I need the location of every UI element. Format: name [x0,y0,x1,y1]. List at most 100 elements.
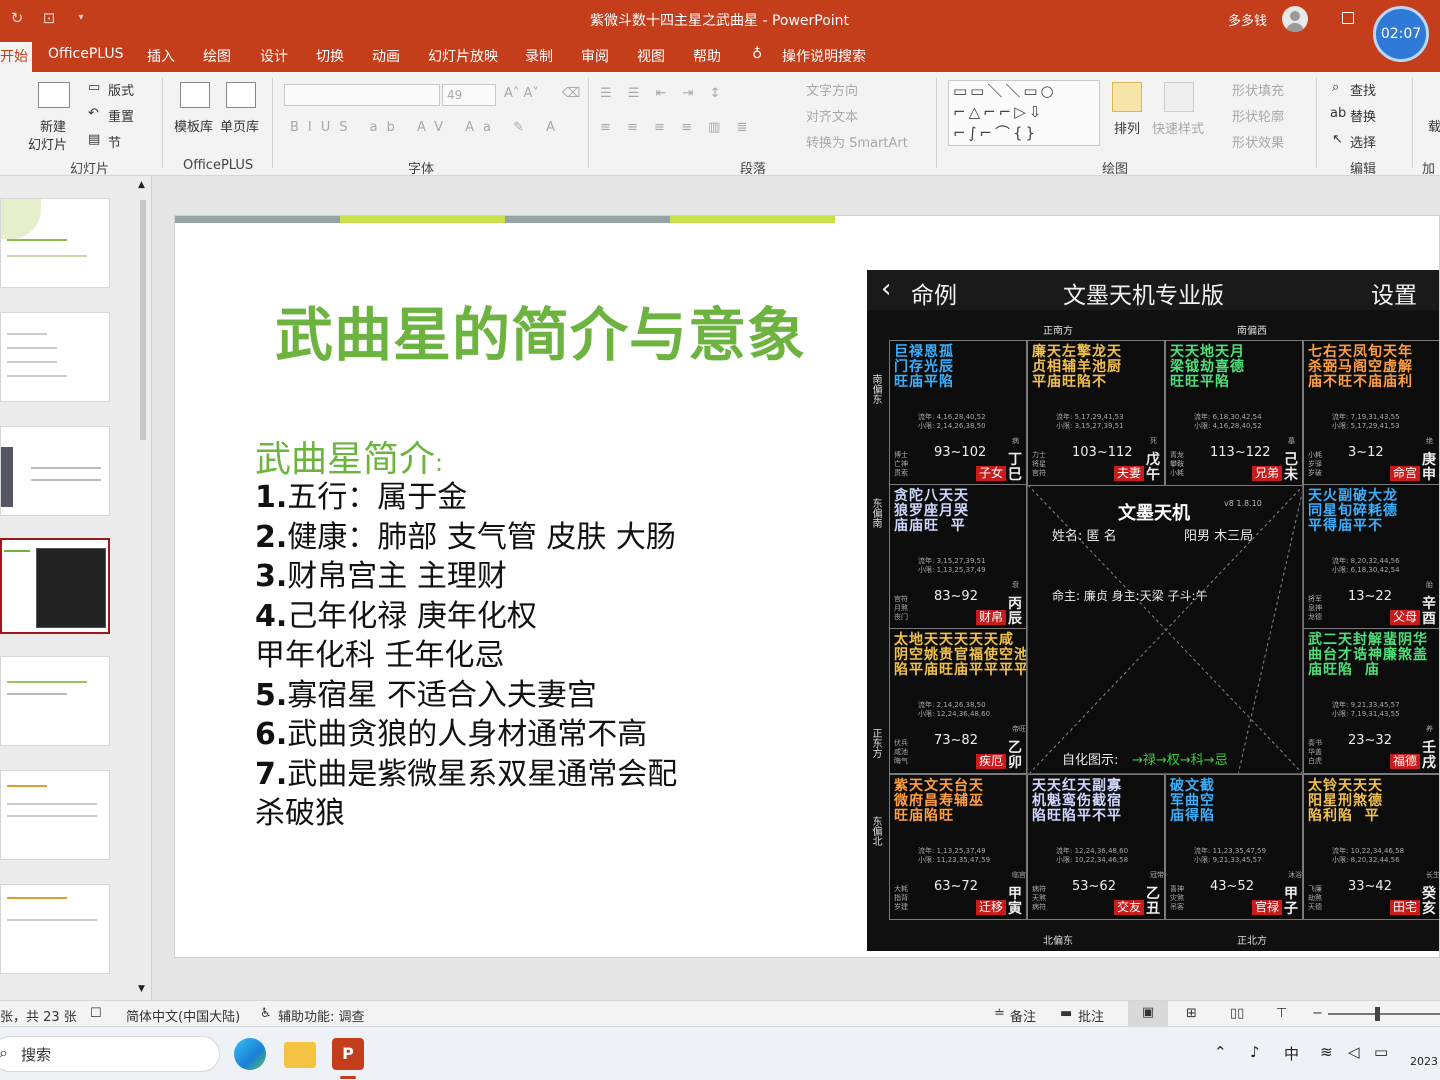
microphone-icon[interactable]: ♪ [1250,1043,1260,1061]
section-icon[interactable]: ▤ [88,132,100,147]
tab-transitions[interactable]: 切换 [316,46,344,66]
shape-outline-button[interactable]: 形状轮廓 [1232,106,1284,125]
arrange-icon[interactable] [1112,82,1142,112]
template-library-icon[interactable] [180,82,210,108]
restore-icon[interactable] [1342,12,1354,24]
clock-date[interactable]: 2023 [1410,1055,1438,1068]
wifi-icon[interactable]: ≋ [1320,1043,1333,1061]
list-icons[interactable]: ☰ ☰ ⇤ ⇥ ↕ [600,86,727,101]
ziwei-chart-image[interactable]: ‹ 命例 文墨天机专业版 设置 正南方 南偏西 南偏东 东偏南 正东方 东偏北 … [867,270,1439,951]
font-size-select[interactable]: 49 [442,84,496,106]
user-name[interactable]: 多多钱 [1228,10,1267,29]
ime-indicator[interactable]: 中 [1284,1043,1299,1064]
scroll-thumb[interactable] [140,200,146,440]
notes-button[interactable]: 备注 [1010,1006,1036,1025]
new-slide-label[interactable]: 幻灯片 [28,134,67,153]
points-list[interactable]: 1.五行：属于金 2.健康：肺部 支气管 皮肤 大肠 3.财帛宫主 主理财 4.己年化… [255,478,677,834]
quick-styles-icon[interactable] [1164,82,1194,112]
font-style-icons[interactable]: BIUS ab AV Aa ✎ A [290,120,564,135]
align-icons[interactable]: ≡ ≡ ≡ ≡ ▥ ≣ [600,120,753,135]
slide-thumbnail[interactable] [0,770,110,860]
shape-effects-button[interactable]: 形状效果 [1232,132,1284,151]
comments-button[interactable]: 批注 [1078,1006,1104,1025]
accessibility-status[interactable]: 辅助功能: 调查 [278,1006,365,1025]
tab-draw[interactable]: 绘图 [203,46,231,66]
slide-sorter-icon[interactable]: ⊞ [1186,1006,1197,1021]
tab-view[interactable]: 视图 [637,46,665,66]
reading-view-icon[interactable]: ▯▯ [1230,1006,1244,1021]
select-icon[interactable]: ↖ [1332,132,1343,147]
addins-label[interactable]: 载 [1428,116,1440,135]
language-indicator[interactable]: 简体中文(中国大陆) [126,1006,240,1025]
tab-slideshow[interactable]: 幻灯片放映 [428,46,498,66]
shape-fill-button[interactable]: 形状填充 [1232,80,1284,99]
slideshow-view-icon[interactable]: ⊤ [1276,1006,1287,1021]
layout-button[interactable]: 版式 [108,80,134,99]
new-slide-icon[interactable] [38,82,70,108]
arrange-button[interactable]: 排列 [1114,118,1140,137]
reset-button[interactable]: 重置 [108,106,134,125]
select-button[interactable]: 选择 [1350,132,1376,151]
slide-thumbnail[interactable] [0,198,110,288]
new-slide-button[interactable]: 新建 [40,116,66,135]
thumbnail-scrollbar[interactable]: ▲ ▼ [134,176,152,1000]
redo-icon[interactable]: ↻ [8,9,26,27]
customize-qat-icon[interactable]: ▾ [72,9,90,27]
slide-thumbnail[interactable] [0,656,110,746]
scroll-down-icon[interactable]: ▼ [138,984,145,994]
tab-review[interactable]: 审阅 [581,46,609,66]
quick-styles-button[interactable]: 快速样式 [1152,118,1204,137]
layout-icon[interactable]: ▭ [88,80,100,95]
slide-thumbnail-current[interactable] [0,538,110,634]
present-icon[interactable]: ⊡ [40,9,58,27]
slide-counter[interactable]: 张，共 23 张 [0,1006,77,1025]
normal-view-icon[interactable]: ▣ [1128,1001,1168,1026]
shapes-gallery[interactable]: ▭▭＼＼▭○ ⌐△⌐⌐▷⇩ ⌐∫⌐⌒{} [948,80,1100,146]
lightbulb-icon[interactable]: ♁ [752,46,762,62]
tab-home[interactable]: 开始 [0,42,32,72]
file-explorer-icon[interactable] [284,1042,316,1068]
slide-thumbnail-pane[interactable]: ▲ ▼ [0,176,152,1000]
smartart-button[interactable]: 转换为 SmartArt [806,132,908,151]
clear-format-icon[interactable]: ⌫ [562,86,580,101]
battery-icon[interactable]: ▭ [1374,1043,1388,1061]
powerpoint-icon[interactable]: P [332,1038,364,1070]
tab-officeplus[interactable]: OfficePLUS [48,46,124,62]
slide-thumbnail[interactable] [0,426,110,516]
intro-heading[interactable]: 武曲星简介: [255,430,443,482]
reset-icon[interactable]: ↶ [88,106,99,121]
slide-canvas[interactable]: 武曲星的简介与意象 武曲星简介: 1.五行：属于金 2.健康：肺部 支气管 皮肤 … [174,215,1440,958]
tell-me-search[interactable]: 操作说明搜索 [782,46,866,66]
comments-icon[interactable]: ▬ [1060,1006,1072,1021]
slide-title[interactable]: 武曲星的简介与意象 [275,288,806,372]
zoom-slider-thumb[interactable] [1375,1007,1380,1021]
font-family-select[interactable] [284,84,440,106]
zoom-out-icon[interactable]: − [1312,1006,1323,1021]
replace-icon[interactable]: ab [1330,106,1346,121]
volume-icon[interactable]: ◁ [1348,1043,1360,1061]
section-button[interactable]: 节 [108,132,121,151]
avatar[interactable] [1282,6,1308,32]
replace-button[interactable]: 替换 [1350,106,1376,125]
align-text-button[interactable]: 对齐文本 [806,106,858,125]
accessibility-icon[interactable]: ♿ [260,1006,272,1021]
spellcheck-icon[interactable]: ☐ [90,1006,102,1021]
template-library-button[interactable]: 模板库 [174,116,213,135]
find-button[interactable]: 查找 [1350,80,1376,99]
tab-design[interactable]: 设计 [260,46,288,66]
slide-thumbnail[interactable] [0,884,110,974]
zoom-slider[interactable] [1328,1013,1440,1015]
tray-overflow-icon[interactable]: ⌃ [1214,1043,1227,1061]
tab-animations[interactable]: 动画 [372,46,400,66]
tab-record[interactable]: 录制 [525,46,553,66]
tab-help[interactable]: 帮助 [693,46,721,66]
single-page-library-icon[interactable] [226,82,256,108]
notes-icon[interactable]: ≐ [994,1006,1005,1021]
taskbar-search[interactable]: ⌕ 搜索 [0,1036,220,1072]
single-page-library-button[interactable]: 单页库 [220,116,259,135]
grow-font-icon[interactable]: A˄ A˅ [504,86,539,101]
find-icon[interactable]: ⌕ [1332,80,1339,95]
scroll-up-icon[interactable]: ▲ [138,180,145,190]
slide-thumbnail[interactable] [0,312,110,402]
text-direction-button[interactable]: 文字方向 [806,80,858,99]
